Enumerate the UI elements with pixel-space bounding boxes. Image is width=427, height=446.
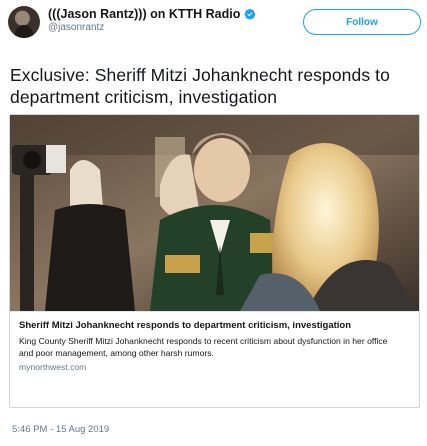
author-name-row[interactable]: (((Jason Rantz))) on KTTH Radio — [48, 7, 256, 21]
card-image[interactable] — [10, 115, 419, 311]
link-preview-card[interactable]: Sheriff Mitzi Johanknecht responds to de… — [9, 114, 420, 408]
user-avatar-icon[interactable] — [8, 6, 40, 38]
verified-badge-icon — [244, 8, 256, 20]
tweet-text: Exclusive: Sheriff Mitzi Johanknecht res… — [10, 65, 390, 107]
author-display-name[interactable]: (((Jason Rantz))) on KTTH Radio — [48, 7, 240, 21]
card-photo — [10, 115, 419, 311]
tweet-timestamp[interactable]: 5:46 PM - 15 Aug 2019 — [12, 424, 109, 435]
author-handle[interactable]: @jasonrantz — [48, 22, 104, 33]
card-title[interactable]: Sheriff Mitzi Johanknecht responds to de… — [19, 320, 410, 331]
card-domain[interactable]: mynorthwest.com — [19, 362, 410, 372]
follow-button[interactable]: Follow — [303, 9, 421, 35]
card-description: King County Sheriff Mitzi Johanknecht re… — [19, 336, 388, 358]
tweet-header: (((Jason Rantz))) on KTTH Radio @jasonra… — [0, 0, 427, 62]
card-body[interactable]: Sheriff Mitzi Johanknecht responds to de… — [10, 311, 419, 407]
